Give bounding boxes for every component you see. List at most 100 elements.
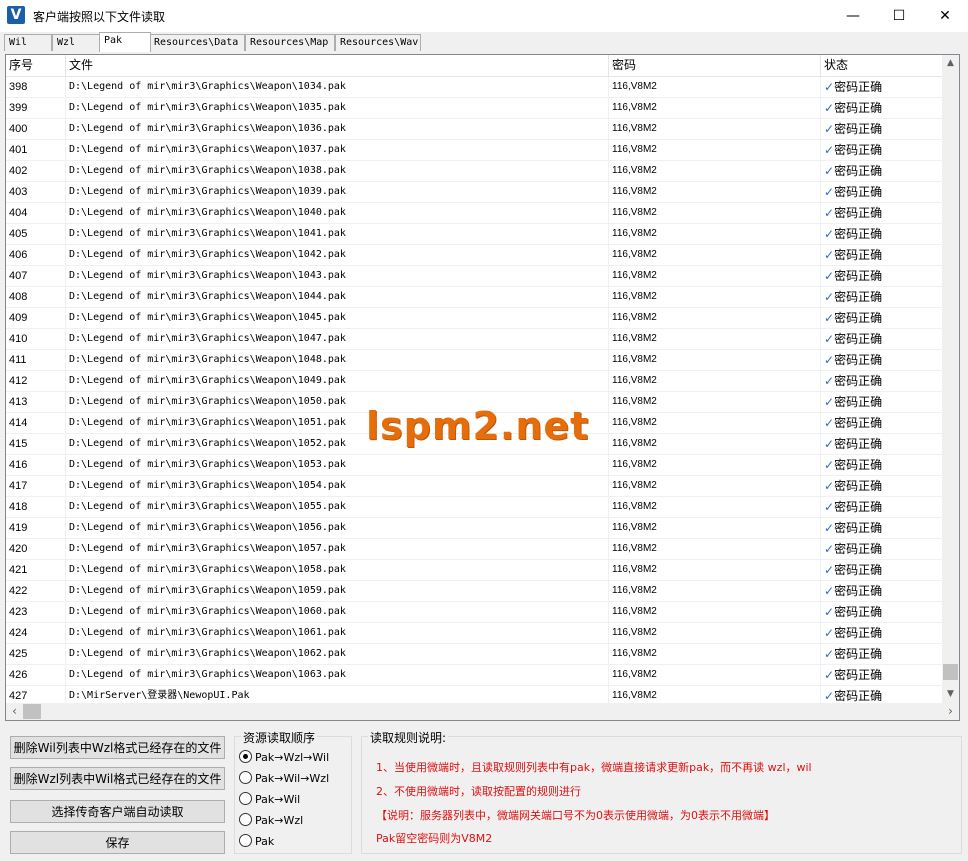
read-order-option[interactable]: Pak→Wzl→Wil [239,749,329,767]
tab-pak[interactable]: Pak [99,32,151,52]
radio-icon[interactable] [239,813,252,826]
read-order-option[interactable]: Pak→Wil→Wzl [239,770,329,788]
table-row[interactable]: 417 D:\Legend of mir\mir3\Graphics\Weapon… [6,476,945,497]
tab-resources-data[interactable]: Resources\Data [149,34,245,51]
column-header-file[interactable]: 文件 [66,55,609,76]
row-status-text: 密码正确 [834,689,883,703]
scroll-left-icon[interactable]: ‹ [6,703,23,720]
check-icon: ✓ [824,311,835,325]
row-password: 116,V8M2 [609,476,821,496]
read-order-option[interactable]: Pak [239,833,274,851]
vertical-scroll-thumb[interactable] [943,664,958,680]
read-order-option[interactable]: Pak→Wil [239,791,300,809]
table-row[interactable]: 416 D:\Legend of mir\mir3\Graphics\Weapon… [6,455,945,476]
row-status-text: 密码正确 [834,416,883,430]
title-bar: V 客户端按照以下文件读取 — ☐ ✕ [0,0,968,32]
row-file-path: D:\Legend of mir\mir3\Graphics\Weapon\10… [66,119,609,139]
table-row[interactable]: 404 D:\Legend of mir\mir3\Graphics\Weapon… [6,203,945,224]
scroll-down-icon[interactable]: ▼ [942,686,959,703]
tab-resources-wav[interactable]: Resources\Wav [335,34,421,51]
table-row[interactable]: 399 D:\Legend of mir\mir3\Graphics\Weapon… [6,98,945,119]
table-row[interactable]: 402 D:\Legend of mir\mir3\Graphics\Weapon… [6,161,945,182]
table-row[interactable]: 400 D:\Legend of mir\mir3\Graphics\Weapon… [6,119,945,140]
tab-strip: Wil Wzl Pak Resources\Data Resources\Map… [4,32,964,52]
table-row[interactable]: 425 D:\Legend of mir\mir3\Graphics\Weapon… [6,644,945,665]
row-index: 404 [6,203,66,223]
table-row[interactable]: 426 D:\Legend of mir\mir3\Graphics\Weapon… [6,665,945,686]
scroll-up-icon[interactable]: ▲ [942,55,959,72]
row-status-text: 密码正确 [834,647,883,661]
radio-icon[interactable] [239,834,252,847]
rule-line-2: 2、不使用微端时，读取按配置的规则进行 [376,785,581,798]
table-row[interactable]: 407 D:\Legend of mir\mir3\Graphics\Weapon… [6,266,945,287]
table-row[interactable]: 424 D:\Legend of mir\mir3\Graphics\Weapon… [6,623,945,644]
row-index: 416 [6,455,66,475]
close-button[interactable]: ✕ [922,0,968,32]
table-row[interactable]: 419 D:\Legend of mir\mir3\Graphics\Weapon… [6,518,945,539]
row-status: ✓密码正确 [821,329,945,349]
row-file-path: D:\Legend of mir\mir3\Graphics\Weapon\10… [66,287,609,307]
table-row[interactable]: 418 D:\Legend of mir\mir3\Graphics\Weapon… [6,497,945,518]
row-file-path: D:\Legend of mir\mir3\Graphics\Weapon\10… [66,161,609,181]
column-header-status[interactable]: 状态 [821,55,945,76]
horizontal-scrollbar[interactable]: ‹ › [6,703,959,720]
table-row[interactable]: 411 D:\Legend of mir\mir3\Graphics\Weapon… [6,350,945,371]
rule-note: 【说明：服务器列表中，微端网关端口号不为0表示使用微端，为0表示不用微端】 [376,809,775,822]
table-row[interactable]: 406 D:\Legend of mir\mir3\Graphics\Weapon… [6,245,945,266]
file-list-table[interactable]: 序号 文件 密码 状态 398 D:\Legend of mir\mir3\Gra… [5,54,960,721]
delete-wil-duplicates-button[interactable]: 删除Wil列表中Wzl格式已经存在的文件 [10,736,225,759]
scroll-right-icon[interactable]: › [942,703,959,720]
select-client-button[interactable]: 选择传奇客户端自动读取 [10,800,225,823]
maximize-button[interactable]: ☐ [876,0,922,32]
row-status-text: 密码正确 [834,332,883,346]
check-icon: ✓ [824,647,835,661]
tab-resources-map[interactable]: Resources\Map [245,34,335,51]
table-row[interactable]: 401 D:\Legend of mir\mir3\Graphics\Weapon… [6,140,945,161]
read-rules-title: 读取规则说明: [368,729,449,746]
row-index: 407 [6,266,66,286]
row-file-path: D:\Legend of mir\mir3\Graphics\Weapon\10… [66,476,609,496]
minimize-button[interactable]: — [830,0,876,32]
row-status-text: 密码正确 [834,584,883,598]
delete-wzl-duplicates-button[interactable]: 删除Wzl列表中Wil格式已经存在的文件 [10,767,225,790]
table-row[interactable]: 409 D:\Legend of mir\mir3\Graphics\Weapon… [6,308,945,329]
row-file-path: D:\Legend of mir\mir3\Graphics\Weapon\10… [66,518,609,538]
row-password: 116,V8M2 [609,371,821,391]
row-status: ✓密码正确 [821,287,945,307]
tab-wil[interactable]: Wil [4,34,52,51]
row-status-text: 密码正确 [834,311,883,325]
table-row[interactable]: 410 D:\Legend of mir\mir3\Graphics\Weapon… [6,329,945,350]
column-header-password[interactable]: 密码 [609,55,821,76]
table-row[interactable]: 403 D:\Legend of mir\mir3\Graphics\Weapon… [6,182,945,203]
vertical-scrollbar[interactable]: ▲ ▼ [942,55,959,703]
table-row[interactable]: 423 D:\Legend of mir\mir3\Graphics\Weapon… [6,602,945,623]
radio-icon[interactable] [239,750,252,763]
save-button[interactable]: 保存 [10,831,225,854]
check-icon: ✓ [824,626,835,640]
read-order-option[interactable]: Pak→Wzl [239,812,303,830]
row-status: ✓密码正确 [821,476,945,496]
row-index: 410 [6,329,66,349]
radio-icon[interactable] [239,792,252,805]
horizontal-scroll-thumb[interactable] [23,704,41,719]
radio-icon[interactable] [239,771,252,784]
table-row[interactable]: 398 D:\Legend of mir\mir3\Graphics\Weapon… [6,77,945,98]
row-status-text: 密码正确 [834,437,883,451]
table-row[interactable]: 405 D:\Legend of mir\mir3\Graphics\Weapon… [6,224,945,245]
table-row[interactable]: 421 D:\Legend of mir\mir3\Graphics\Weapon… [6,560,945,581]
table-row[interactable]: 422 D:\Legend of mir\mir3\Graphics\Weapon… [6,581,945,602]
row-status: ✓密码正确 [821,497,945,517]
row-status-text: 密码正确 [834,185,883,199]
table-row[interactable]: 412 D:\Legend of mir\mir3\Graphics\Weapon… [6,371,945,392]
table-row[interactable]: 420 D:\Legend of mir\mir3\Graphics\Weapon… [6,539,945,560]
check-icon: ✓ [824,227,835,241]
table-row[interactable]: 408 D:\Legend of mir\mir3\Graphics\Weapon… [6,287,945,308]
row-file-path: D:\Legend of mir\mir3\Graphics\Weapon\10… [66,350,609,370]
row-index: 418 [6,497,66,517]
row-status-text: 密码正确 [834,143,883,157]
column-header-index[interactable]: 序号 [6,55,66,76]
row-status-text: 密码正确 [834,542,883,556]
row-status: ✓密码正确 [821,581,945,601]
check-icon: ✓ [824,416,835,430]
tab-wzl[interactable]: Wzl [52,34,100,51]
